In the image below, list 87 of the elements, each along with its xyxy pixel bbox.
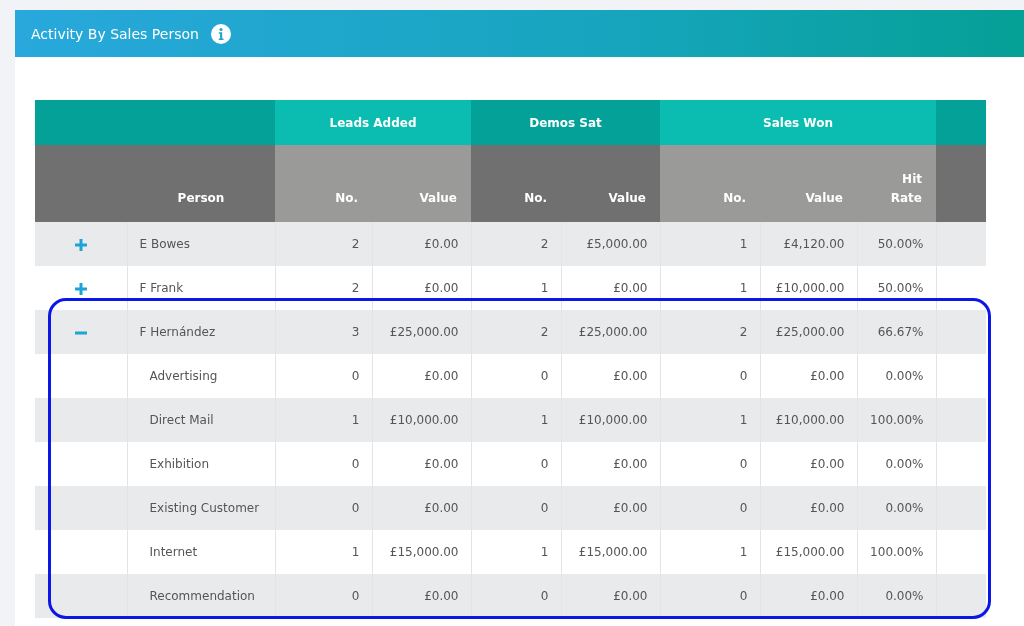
table-cell: 0.00% — [885, 501, 924, 515]
column-header: No. — [660, 145, 760, 222]
table-cell: 3 — [351, 325, 360, 339]
table-cell: £0.00 — [424, 237, 459, 251]
table-cell: £0.00 — [424, 281, 459, 295]
table-cell: 0 — [351, 457, 360, 471]
column-header: Person — [127, 145, 275, 222]
column-header: No. — [275, 145, 372, 222]
source-name: Direct Mail — [149, 413, 214, 427]
table-cell: 0 — [351, 369, 360, 383]
table-cell: 50.00% — [877, 237, 924, 251]
column-header: Value — [760, 145, 857, 222]
person-name: F Frank — [139, 281, 184, 295]
table-cell: 0 — [540, 457, 549, 471]
person-name: F Hernández — [139, 325, 216, 339]
plus-icon[interactable] — [74, 282, 87, 295]
table-cell: £10,000.00 — [389, 413, 459, 427]
table-cell: 0 — [540, 369, 549, 383]
table-cell: £10,000.00 — [775, 413, 845, 427]
table-cell: £15,000.00 — [775, 545, 845, 559]
table-cell: 0.00% — [885, 589, 924, 603]
table-cell: 1 — [739, 237, 748, 251]
table-cell: £0.00 — [613, 369, 648, 383]
table-cell: £0.00 — [424, 369, 459, 383]
table-cell: 0 — [739, 589, 748, 603]
table-cell: 0.00% — [885, 457, 924, 471]
table-cell: 1 — [351, 545, 360, 559]
table-cell: £10,000.00 — [775, 281, 845, 295]
column-header: Value — [561, 145, 660, 222]
table-cell: £25,000.00 — [578, 325, 648, 339]
table-cell: 1 — [739, 413, 748, 427]
column-header: No. — [471, 145, 561, 222]
table-cell: 2 — [739, 325, 748, 339]
table-cell: 50.00% — [877, 281, 924, 295]
table-cell: 0 — [351, 501, 360, 515]
table-cell: 0 — [540, 501, 549, 515]
table-cell: 2 — [351, 237, 360, 251]
table-cell: 100.00% — [870, 545, 924, 559]
table-cell: 0 — [739, 457, 748, 471]
table-cell: £0.00 — [810, 369, 845, 383]
table-cell: £0.00 — [810, 457, 845, 471]
table-cell: 0.00% — [885, 369, 924, 383]
table-cell: £0.00 — [424, 501, 459, 515]
table-cell: £0.00 — [810, 589, 845, 603]
table-cell: £15,000.00 — [578, 545, 648, 559]
table-cell: 100.00% — [870, 413, 924, 427]
table-cell: £0.00 — [424, 589, 459, 603]
column-group-header: Sales Won — [660, 100, 936, 145]
source-name: Exhibition — [149, 457, 210, 471]
table-cell: £0.00 — [613, 281, 648, 295]
table-cell: 0 — [739, 501, 748, 515]
table-cell: £0.00 — [424, 457, 459, 471]
table-cell: 66.67% — [877, 325, 924, 339]
table-cell: 1 — [540, 281, 549, 295]
info-icon[interactable] — [210, 23, 231, 44]
column-group-header: Leads Added — [275, 100, 471, 145]
column-header: Hit Rate — [857, 145, 936, 222]
source-name: Existing Customer — [149, 501, 260, 515]
source-name: Recommendation — [149, 589, 255, 603]
table-cell: 1 — [540, 545, 549, 559]
table-cell: £10,000.00 — [578, 413, 648, 427]
column-group-header: Demos Sat — [471, 100, 660, 145]
table-cell: £4,120.00 — [783, 237, 845, 251]
table-cell: £0.00 — [810, 501, 845, 515]
table-cell: £25,000.00 — [775, 325, 845, 339]
table-cell: £15,000.00 — [389, 545, 459, 559]
source-name: Advertising — [149, 369, 218, 383]
table-cell: 1 — [540, 413, 549, 427]
table-cell: 2 — [540, 237, 549, 251]
table-cell: 0 — [739, 369, 748, 383]
table-cell: 0 — [351, 589, 360, 603]
person-name: E Bowes — [139, 237, 190, 251]
table-cell: 1 — [739, 545, 748, 559]
plus-icon[interactable] — [74, 238, 87, 251]
table-cell: 1 — [739, 281, 748, 295]
table-cell: £0.00 — [613, 501, 648, 515]
table-cell: 2 — [351, 281, 360, 295]
table-cell: £0.00 — [613, 589, 648, 603]
table-cell: £5,000.00 — [586, 237, 648, 251]
source-name: Internet — [149, 545, 198, 559]
panel-title: Activity By Sales Person — [31, 25, 199, 42]
table-cell: 0 — [540, 589, 549, 603]
table-cell: £0.00 — [613, 457, 648, 471]
table-cell: 2 — [540, 325, 549, 339]
table-cell: £25,000.00 — [389, 325, 459, 339]
column-header: Value — [372, 145, 471, 222]
table-cell: 1 — [351, 413, 360, 427]
